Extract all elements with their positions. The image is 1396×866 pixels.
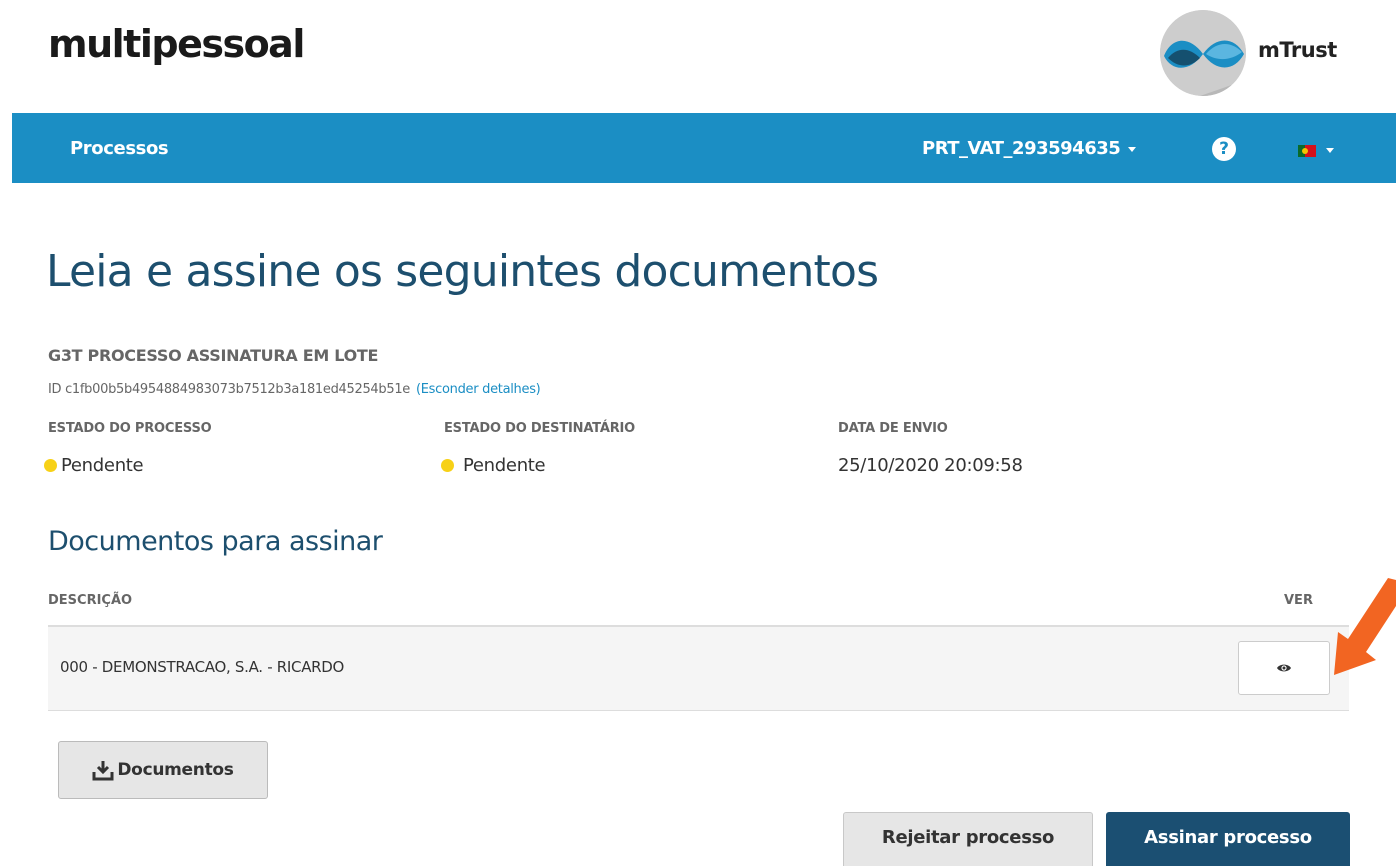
toggle-details-link[interactable]: (Esconder detalhes) <box>416 382 541 397</box>
account-dropdown[interactable]: PRT_VAT_293594635 <box>922 138 1137 159</box>
account-name: PRT_VAT_293594635 <box>922 138 1121 159</box>
help-icon[interactable]: ? <box>1212 137 1236 161</box>
eye-icon <box>1277 664 1291 672</box>
mtrust-logo-icon <box>1160 10 1246 96</box>
recipient-status-text: Pendente <box>463 455 546 476</box>
download-documents-label: Documentos <box>117 760 234 780</box>
column-header-view: VER <box>1284 593 1313 608</box>
page-title: Leia e assine os seguintes documentos <box>46 246 879 297</box>
nav-link-processos[interactable]: Processos <box>70 138 169 159</box>
chevron-down-icon[interactable] <box>1326 148 1334 153</box>
process-status-text: Pendente <box>61 455 144 476</box>
process-id-text: ID c1fb00b5b4954884983073b7512b3a181ed45… <box>48 382 410 397</box>
annotation-arrow-icon <box>1334 578 1396 675</box>
documents-section-title: Documentos para assinar <box>48 526 383 557</box>
reject-process-button[interactable]: Rejeitar processo <box>843 812 1093 866</box>
download-documents-button[interactable]: Documentos <box>58 741 268 799</box>
download-icon <box>92 761 114 781</box>
mtrust-logo-text: mTrust <box>1258 38 1337 62</box>
process-status-value: Pendente <box>44 455 144 476</box>
send-date-value: 25/10/2020 20:09:58 <box>838 455 1023 476</box>
send-date-label: DATA DE ENVIO <box>838 421 948 436</box>
process-id: ID c1fb00b5b4954884983073b7512b3a181ed45… <box>48 382 541 397</box>
recipient-status-value: Pendente <box>441 455 546 476</box>
brand-logo: multipessoal <box>48 22 305 66</box>
sign-process-button[interactable]: Assinar processo <box>1106 812 1350 866</box>
column-header-description: DESCRIÇÃO <box>48 593 133 608</box>
process-status-label: ESTADO DO PROCESSO <box>48 421 212 436</box>
process-name: G3T PROCESSO ASSINATURA EM LOTE <box>48 346 379 365</box>
chevron-down-icon <box>1128 146 1137 152</box>
document-description: 000 - DEMONSTRACAO, S.A. - RICARDO <box>60 658 345 676</box>
recipient-status-label: ESTADO DO DESTINATÁRIO <box>444 421 635 436</box>
flag-pt-icon[interactable] <box>1298 145 1316 157</box>
view-document-button[interactable] <box>1238 641 1330 695</box>
status-dot-icon <box>44 458 57 472</box>
top-navbar <box>12 113 1396 183</box>
status-dot-icon <box>441 458 454 472</box>
